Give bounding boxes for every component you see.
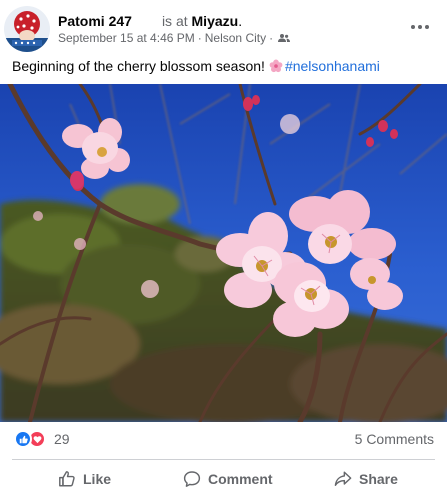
- post-location[interactable]: Nelson City: [205, 31, 266, 45]
- reaction-count[interactable]: 29: [54, 431, 70, 447]
- hashtag-link[interactable]: #nelsonhanami: [285, 58, 380, 74]
- facebook-post: Patomi 247 is at Miyazu. September 15 at …: [0, 0, 447, 504]
- post-caption: Beginning of the cherry blossom season! …: [12, 58, 380, 76]
- more-dot: [425, 25, 429, 29]
- author-line: Patomi 247 is at Miyazu.: [58, 13, 242, 29]
- comment-icon: [183, 470, 201, 488]
- cherry-blossom-icon: [269, 59, 283, 76]
- comments-count-link[interactable]: 5 Comments: [355, 431, 434, 447]
- author-name[interactable]: Patomi 247: [58, 13, 132, 29]
- post-actions: Like Comment Share: [0, 462, 447, 496]
- author-avatar[interactable]: [4, 6, 50, 52]
- friends-icon[interactable]: [278, 32, 291, 46]
- place-name[interactable]: Miyazu: [192, 13, 239, 29]
- post-meta: September 15 at 4:46 PM · Nelson City ·: [58, 31, 291, 46]
- post-timestamp[interactable]: September 15 at 4:46 PM: [58, 31, 195, 45]
- reactions-summary[interactable]: [14, 430, 48, 448]
- like-icon: [58, 470, 76, 488]
- post-header: Patomi 247 is at Miyazu. September 15 at …: [0, 0, 447, 56]
- checkin-prefix: is at: [161, 13, 188, 29]
- share-button[interactable]: Share: [334, 462, 398, 496]
- like-button[interactable]: Like: [58, 462, 111, 496]
- like-reaction-icon: [14, 430, 32, 448]
- actions-divider: [12, 459, 435, 460]
- share-label: Share: [359, 471, 398, 487]
- like-label: Like: [83, 471, 112, 487]
- more-options-button[interactable]: [407, 16, 433, 38]
- caption-text: Beginning of the cherry blossom season!: [12, 58, 265, 74]
- post-photo[interactable]: [0, 84, 447, 422]
- post-stats: 29 5 Comments: [0, 428, 447, 450]
- more-dot: [411, 25, 415, 29]
- meta-separator-dot: ·: [269, 31, 274, 45]
- comment-button[interactable]: Comment: [183, 462, 273, 496]
- more-dot: [418, 25, 422, 29]
- meta-separator-dot: ·: [197, 31, 202, 45]
- place-suffix: .: [238, 13, 243, 29]
- comment-label: Comment: [208, 471, 273, 487]
- share-icon: [334, 470, 352, 488]
